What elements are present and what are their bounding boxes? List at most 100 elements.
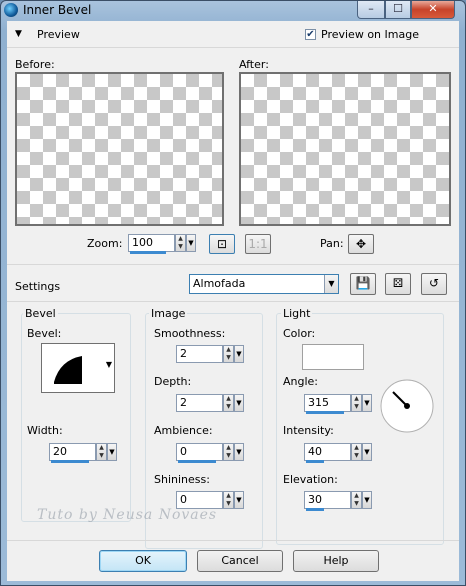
width-label: Width: [27, 424, 63, 437]
randomize-button[interactable]: ⚄ [385, 273, 411, 295]
zoom-level-bar [130, 251, 166, 254]
zoom-up-down-icon[interactable]: ▲ ▼ [175, 234, 186, 252]
preview-on-image-checkbox[interactable]: ✔ [305, 29, 316, 40]
intensity-input[interactable]: 40 [304, 443, 351, 461]
elevation-dropdown-icon[interactable]: ▼ [362, 491, 372, 509]
actual-size-icon: 1:1 [248, 237, 268, 251]
width-level-bar [51, 460, 89, 463]
elevation-level-bar [306, 508, 324, 511]
smoothness-spinner[interactable]: 2 ▲ ▼ ▼ [176, 345, 246, 365]
maximize-button[interactable]: ☐ [385, 1, 411, 19]
preview-on-image-label: Preview on Image [321, 28, 419, 41]
actual-size-button[interactable]: 1:1 [245, 234, 271, 254]
depth-up-down-icon[interactable]: ▲ ▼ [223, 394, 234, 412]
checkmark-icon: ✔ [306, 29, 315, 40]
after-preview[interactable] [239, 72, 451, 226]
width-input[interactable]: 20 [49, 443, 96, 461]
shininess-label: Shininess: [154, 473, 210, 486]
zoom-label: Zoom: [87, 237, 123, 250]
ambience-label: Ambience: [154, 424, 213, 437]
smoothness-up-down-icon[interactable]: ▲ ▼ [223, 345, 234, 363]
smoothness-input[interactable]: 2 [176, 345, 223, 363]
elevation-label: Elevation: [283, 473, 338, 486]
after-label: After: [239, 58, 269, 71]
title-bar[interactable]: Inner Bevel – ☐ ✕ [1, 1, 465, 21]
watermark: Tuto by Neusa Novaes [37, 507, 218, 523]
zoom-to-fit-button[interactable]: ⊡ [209, 234, 235, 254]
dialog-window: Inner Bevel – ☐ ✕ ▼ Preview ✔ Preview on… [0, 0, 466, 586]
save-preset-button[interactable]: 💾 [350, 273, 376, 295]
light-group-label: Light [281, 307, 313, 320]
angle-label: Angle: [283, 375, 319, 388]
elevation-spinner[interactable]: 30 ▲ ▼ ▼ [304, 491, 374, 511]
preset-value: Almofada [193, 277, 246, 290]
zoom-input[interactable]: 100 [128, 234, 175, 252]
preset-dropdown[interactable]: Almofada ▼ [189, 274, 339, 294]
pan-move-icon: ✥ [355, 237, 367, 251]
intensity-dropdown-icon[interactable]: ▼ [362, 443, 372, 461]
intensity-level-bar [306, 460, 324, 463]
ambience-dropdown-icon[interactable]: ▼ [234, 443, 244, 461]
dialog-body: ▼ Preview ✔ Preview on Image Before: Aft… [7, 21, 459, 581]
light-color-swatch[interactable] [302, 344, 364, 370]
smoothness-dropdown-icon[interactable]: ▼ [234, 345, 244, 363]
app-icon [4, 3, 18, 17]
settings-label: Settings [15, 280, 61, 293]
close-button[interactable]: ✕ [411, 1, 455, 19]
dice-icon: ⚄ [392, 276, 404, 290]
fit-icon: ⊡ [216, 237, 228, 251]
shininess-up-down-icon[interactable]: ▲ ▼ [223, 491, 234, 509]
angle-dropdown-icon[interactable]: ▼ [362, 394, 372, 412]
minimize-button[interactable]: – [357, 1, 385, 19]
intensity-up-down-icon[interactable]: ▲ ▼ [351, 443, 362, 461]
depth-input[interactable]: 2 [176, 394, 223, 412]
reset-icon: ↺ [428, 276, 440, 290]
save-icon: 💾 [355, 276, 371, 290]
preview-header: Preview [37, 28, 80, 41]
chevron-down-icon[interactable]: ▼ [324, 275, 338, 293]
angle-input[interactable]: 315 [304, 394, 351, 412]
pan-label: Pan: [320, 237, 344, 250]
image-group-label: Image [149, 307, 188, 320]
bevel-shape-picker[interactable]: ▼ [41, 343, 115, 393]
chevron-down-icon[interactable]: ▼ [106, 360, 112, 369]
zoom-dropdown-icon[interactable]: ▼ [186, 234, 196, 252]
angle-up-down-icon[interactable]: ▲ ▼ [351, 394, 362, 412]
pan-button[interactable]: ✥ [348, 234, 374, 254]
intensity-label: Intensity: [283, 424, 334, 437]
collapse-preview-icon[interactable]: ▼ [15, 29, 22, 39]
width-spinner[interactable]: 20 ▲ ▼ ▼ [49, 443, 119, 463]
ambience-input[interactable]: 0 [176, 443, 223, 461]
before-preview[interactable] [15, 72, 224, 226]
depth-label: Depth: [154, 375, 192, 388]
before-label: Before: [15, 58, 55, 71]
reset-button[interactable]: ↺ [421, 273, 447, 295]
ambience-up-down-icon[interactable]: ▲ ▼ [223, 443, 234, 461]
shininess-dropdown-icon[interactable]: ▼ [234, 491, 244, 509]
depth-spinner[interactable]: 2 ▲ ▼ ▼ [176, 394, 246, 414]
color-label: Color: [283, 327, 316, 340]
angle-level-bar [306, 411, 344, 414]
cancel-button[interactable]: Cancel [197, 550, 283, 572]
ok-button[interactable]: OK [99, 550, 187, 572]
elevation-up-down-icon[interactable]: ▲ ▼ [351, 491, 362, 509]
bevel-shape-icon [54, 356, 82, 384]
width-up-down-icon[interactable]: ▲ ▼ [96, 443, 107, 461]
divider [7, 540, 459, 541]
bevel-group-label: Bevel [23, 307, 58, 320]
window-title: Inner Bevel [23, 3, 92, 17]
intensity-spinner[interactable]: 40 ▲ ▼ ▼ [304, 443, 374, 463]
bevel-label: Bevel: [27, 327, 62, 340]
help-button[interactable]: Help [293, 550, 379, 572]
ambience-spinner[interactable]: 0 ▲ ▼ ▼ [176, 443, 246, 463]
divider [7, 47, 459, 48]
elevation-input[interactable]: 30 [304, 491, 351, 509]
angle-dial[interactable] [379, 378, 435, 434]
depth-dropdown-icon[interactable]: ▼ [234, 394, 244, 412]
angle-spinner[interactable]: 315 ▲ ▼ ▼ [304, 394, 374, 414]
divider [7, 301, 459, 302]
width-dropdown-icon[interactable]: ▼ [107, 443, 117, 461]
ambience-level-bar [178, 460, 216, 463]
zoom-spinner[interactable]: 100 ▲ ▼ ▼ [128, 234, 198, 254]
divider [7, 264, 459, 265]
